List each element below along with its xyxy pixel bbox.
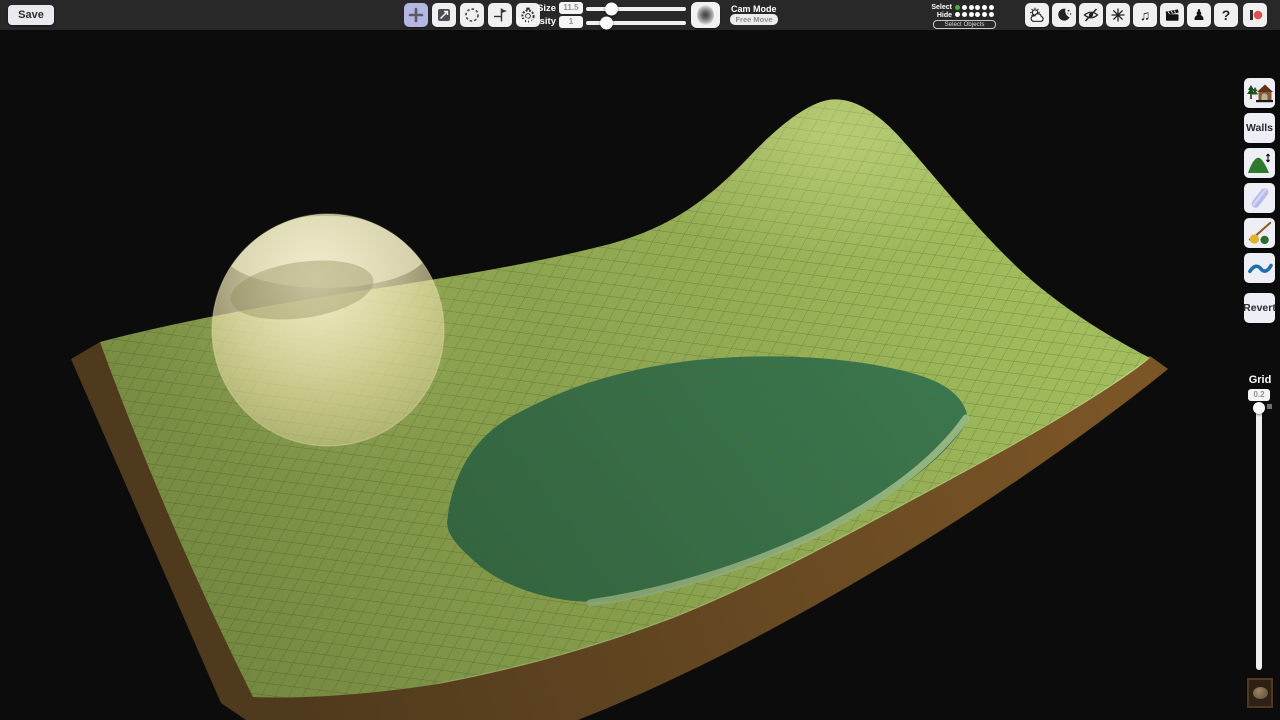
cinematic-button[interactable] bbox=[1160, 3, 1184, 27]
chess-pawn-icon: ♟ bbox=[1192, 8, 1205, 23]
size-value-input[interactable]: 11.5 bbox=[559, 2, 583, 14]
path-tool-button[interactable] bbox=[1244, 183, 1275, 213]
select-objects-button[interactable]: Select Objects bbox=[933, 20, 996, 29]
record-icon bbox=[1246, 6, 1264, 24]
cam-mode-button[interactable]: Free Move bbox=[730, 14, 778, 25]
dashed-circle-icon bbox=[463, 6, 481, 24]
eye-slash-icon bbox=[1082, 6, 1100, 24]
golf-club-balls-icon bbox=[1246, 221, 1274, 245]
intensity-label: Intensity bbox=[506, 16, 556, 27]
walls-tool-button[interactable]: Walls bbox=[1244, 113, 1275, 143]
night-mode-button[interactable] bbox=[1052, 3, 1076, 27]
daylight-button[interactable] bbox=[1025, 3, 1049, 27]
intensity-slider[interactable] bbox=[586, 21, 686, 25]
cam-mode-label: Cam Mode bbox=[731, 4, 777, 14]
clapperboard-icon bbox=[1163, 6, 1181, 24]
buildings-tool-button[interactable] bbox=[1244, 78, 1275, 108]
golf-tool-button[interactable] bbox=[1244, 218, 1275, 248]
question-mark-icon: ? bbox=[1222, 7, 1231, 23]
hide-ui-button[interactable] bbox=[1079, 3, 1103, 27]
grid-label: Grid bbox=[1240, 374, 1280, 386]
diagonal-stripe-icon bbox=[1246, 185, 1274, 211]
save-button[interactable]: Save bbox=[8, 5, 54, 25]
select-label: Select bbox=[905, 4, 952, 11]
terrain-texture-button[interactable] bbox=[1245, 676, 1275, 710]
select-layer-dots[interactable] bbox=[955, 5, 994, 10]
grid-value-input[interactable]: 0.2 bbox=[1248, 389, 1270, 401]
help-button[interactable]: ? bbox=[1214, 3, 1238, 27]
terrain-editor-app: { "colors": { "topbar_bg": "#282828", "v… bbox=[0, 0, 1280, 720]
size-label: Size bbox=[506, 3, 556, 14]
texture-frame bbox=[1247, 678, 1273, 708]
smooth-tool-button[interactable] bbox=[460, 3, 484, 27]
mountain-height-icon bbox=[1247, 152, 1273, 174]
cross-move-icon bbox=[407, 6, 425, 24]
slope-arrow-icon bbox=[435, 6, 453, 24]
stone-texture-icon bbox=[1253, 687, 1268, 699]
brush-falloff-icon bbox=[697, 5, 714, 25]
water-tool-button[interactable] bbox=[1244, 253, 1275, 283]
toggle-grid-lines-button[interactable] bbox=[1106, 3, 1130, 27]
moon-stars-icon bbox=[1055, 6, 1073, 24]
grid-slider-thumb[interactable] bbox=[1253, 402, 1265, 414]
music-button[interactable]: ♫ bbox=[1133, 3, 1157, 27]
brush-sphere bbox=[212, 214, 444, 446]
objects-figure-button[interactable]: ♟ bbox=[1187, 3, 1211, 27]
terrain-height-tool-button[interactable] bbox=[1244, 148, 1275, 178]
viewport-3d-canvas[interactable] bbox=[0, 0, 1280, 720]
slope-tool-button[interactable] bbox=[432, 3, 456, 27]
move-tool-button[interactable] bbox=[404, 3, 428, 27]
grid-size-slider[interactable] bbox=[1256, 405, 1262, 670]
brush-falloff-button[interactable] bbox=[691, 2, 720, 28]
top-toolbar: Save Size 11.5 Intensity bbox=[0, 0, 1280, 31]
size-slider[interactable] bbox=[586, 7, 686, 11]
revert-button[interactable]: Revert bbox=[1244, 293, 1275, 323]
water-wave-icon bbox=[1246, 257, 1274, 279]
size-slider-thumb[interactable] bbox=[605, 3, 618, 16]
intensity-slider-thumb[interactable] bbox=[600, 16, 613, 29]
intensity-value-input[interactable]: 1 bbox=[559, 16, 583, 28]
house-trees-icon bbox=[1246, 81, 1274, 105]
hide-label: Hide bbox=[905, 12, 952, 19]
grid-slider-tick bbox=[1267, 404, 1272, 409]
crossed-asterisk-icon bbox=[1109, 6, 1127, 24]
record-button[interactable] bbox=[1243, 3, 1267, 27]
music-note-icon: ♫ bbox=[1140, 7, 1151, 23]
hide-layer-dots[interactable] bbox=[955, 12, 994, 17]
sun-cloud-icon bbox=[1028, 6, 1046, 24]
